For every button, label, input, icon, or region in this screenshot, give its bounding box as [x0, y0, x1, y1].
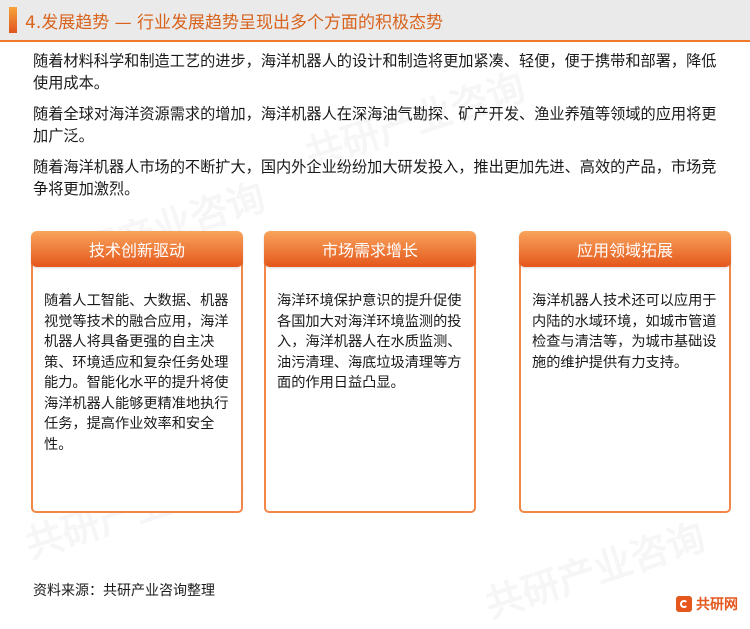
card-body: 海洋环境保护意识的提升促使各国加大对海洋环境监测的投入，海洋机器人在水质监测、油…	[277, 293, 462, 391]
card-title: 市场需求增长	[264, 231, 476, 267]
intro-paragraph: 随着全球对海洋资源需求的增加，海洋机器人在深海油气勘探、矿产开发、渔业养殖等领域…	[33, 105, 717, 145]
card-title: 技术创新驱动	[31, 231, 243, 267]
page-title: 4.发展趋势 — 行业发展趋势呈现出多个方面的积极态势	[25, 12, 444, 33]
intro-paragraph: 随着材料科学和制造工艺的进步，海洋机器人的设计和制造将更加紧凑、轻便，便于携带和…	[33, 52, 717, 92]
card-body: 随着人工智能、大数据、机器视觉等技术的融合应用，海洋机器人将具备更强的自主决策、…	[44, 293, 229, 453]
intro-section: 随着材料科学和制造工艺的进步，海洋机器人的设计和制造将更加紧凑、轻便，便于携带和…	[33, 50, 723, 209]
card-body: 海洋机器人技术还可以应用于内陆的水域环境，如城市管道检查与清洁等，为城市基础设施…	[532, 293, 717, 371]
title-bar: 4.发展趋势 — 行业发展趋势呈现出多个方面的积极态势	[0, 0, 750, 42]
intro-paragraph: 随着海洋机器人市场的不断扩大，国内外企业纷纷加大研发投入，推出更加先进、高效的产…	[33, 158, 717, 198]
card-application-expansion: 应用领域拓展 海洋机器人技术还可以应用于内陆的水域环境，如城市管道检查与清洁等，…	[519, 231, 731, 513]
card-tech-innovation: 技术创新驱动 随着人工智能、大数据、机器视觉等技术的融合应用，海洋机器人将具备更…	[31, 231, 243, 513]
brand-logo-icon	[676, 596, 692, 612]
brand-name: 共研网	[696, 597, 738, 613]
card-market-demand: 市场需求增长 海洋环境保护意识的提升促使各国加大对海洋环境监测的投入，海洋机器人…	[264, 231, 476, 513]
brand-logo: 共研网	[676, 594, 738, 614]
source-note: 资料来源：共研产业咨询整理	[33, 583, 215, 599]
card-title: 应用领域拓展	[519, 231, 731, 267]
title-accent-bar	[9, 7, 17, 33]
